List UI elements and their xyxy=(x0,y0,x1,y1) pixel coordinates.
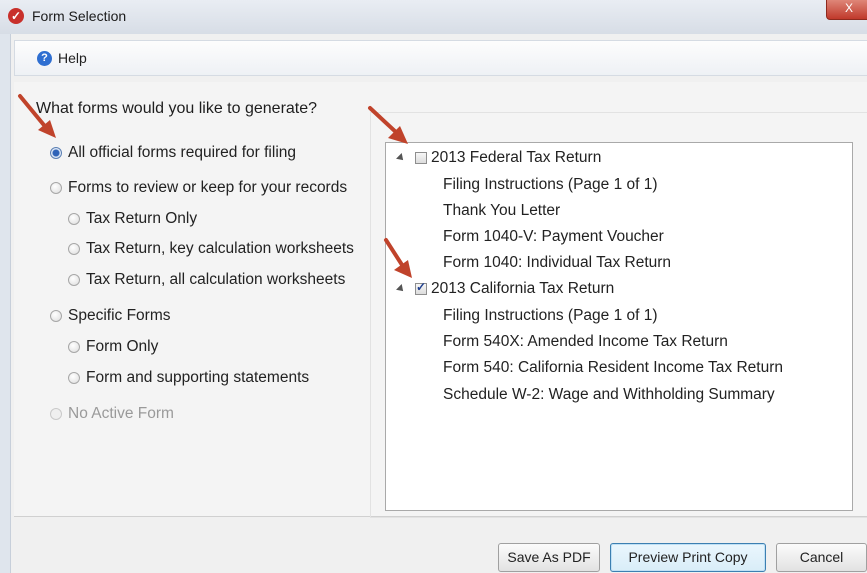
tree-node-california[interactable]: 2013 California Tax Return xyxy=(396,280,615,298)
expand-triangle-icon[interactable] xyxy=(396,153,406,163)
radio-button xyxy=(50,408,62,420)
app-check-icon: ✓ xyxy=(8,8,24,24)
radio-button[interactable] xyxy=(68,274,80,286)
tree-item-label: Schedule W-2: Wage and Withholding Summa… xyxy=(443,386,775,403)
option-no-active-form: No Active Form xyxy=(50,405,174,423)
checkbox[interactable] xyxy=(415,280,427,295)
tree-item-label: Filing Instructions (Page 1 of 1) xyxy=(443,176,658,193)
tree-item[interactable]: Schedule W-2: Wage and Withholding Summa… xyxy=(443,386,775,404)
option-label: Form and supporting statements xyxy=(86,369,310,386)
radio-button[interactable] xyxy=(68,372,80,384)
help-label: Help xyxy=(58,50,87,66)
window-title: Form Selection xyxy=(32,8,127,24)
option-specific-forms[interactable]: Specific Forms xyxy=(50,307,171,325)
option-review-forms[interactable]: Forms to review or keep for your records xyxy=(50,179,347,197)
option-label: No Active Form xyxy=(68,405,174,422)
expand-triangle-icon[interactable] xyxy=(396,284,406,294)
window-frame-edge xyxy=(0,34,11,573)
option-label: All official forms required for filing xyxy=(68,144,296,161)
option-form-only[interactable]: Form Only xyxy=(68,338,158,356)
option-label: Forms to review or keep for your records xyxy=(68,179,348,196)
option-label: Tax Return Only xyxy=(86,210,198,227)
save-as-pdf-button[interactable]: Save As PDF xyxy=(498,543,600,572)
checkbox[interactable] xyxy=(415,152,427,164)
tree-item-label: Form 540: California Resident Income Tax… xyxy=(443,359,784,376)
annotation-arrow-icon xyxy=(384,238,412,278)
option-label: Form Only xyxy=(86,338,159,355)
tree-node-label: 2013 California Tax Return xyxy=(431,280,615,297)
tree-item[interactable]: Form 1040: Individual Tax Return xyxy=(443,254,671,272)
tree-item-label: Form 540X: Amended Income Tax Return xyxy=(443,333,728,350)
option-all-worksheets[interactable]: Tax Return, all calculation worksheets xyxy=(68,271,345,289)
option-all-official[interactable]: All official forms required for filing xyxy=(50,144,296,162)
tree-item[interactable]: Form 540: California Resident Income Tax… xyxy=(443,359,783,377)
tree-item[interactable]: Filing Instructions (Page 1 of 1) xyxy=(443,307,658,325)
radio-button[interactable] xyxy=(50,310,62,322)
help-icon: ? xyxy=(37,50,52,66)
question-label: What forms would you like to generate? xyxy=(36,100,318,117)
radio-button[interactable] xyxy=(68,341,80,353)
tree-item-label: Form 1040: Individual Tax Return xyxy=(443,254,672,271)
tree-item[interactable]: Filing Instructions (Page 1 of 1) xyxy=(443,176,658,194)
option-label: Tax Return, key calculation worksheets xyxy=(86,240,354,257)
cancel-button[interactable]: Cancel xyxy=(776,543,867,572)
option-form-supporting[interactable]: Form and supporting statements xyxy=(68,369,309,387)
tree-item[interactable]: Thank You Letter xyxy=(443,202,560,220)
tree-item[interactable]: Form 540X: Amended Income Tax Return xyxy=(443,333,728,351)
option-label: Specific Forms xyxy=(68,307,171,324)
tree-item-label: Thank You Letter xyxy=(443,202,561,219)
forms-tree[interactable] xyxy=(385,142,853,511)
annotation-arrow-icon xyxy=(18,94,56,138)
close-button[interactable]: X xyxy=(826,0,867,20)
radio-button[interactable] xyxy=(68,213,80,225)
radio-button[interactable] xyxy=(50,147,62,159)
tree-node-federal[interactable]: 2013 Federal Tax Return xyxy=(396,149,602,167)
title-bar: ✓ Form Selection X xyxy=(0,0,867,35)
tree-item[interactable]: Form 1040-V: Payment Voucher xyxy=(443,228,664,246)
option-key-worksheets[interactable]: Tax Return, key calculation worksheets xyxy=(68,240,354,258)
help-menu-item[interactable]: ? Help xyxy=(37,50,87,66)
preview-print-copy-button[interactable]: Preview Print Copy xyxy=(610,543,766,572)
menu-bar: ? Help xyxy=(14,40,867,76)
option-tax-return-only[interactable]: Tax Return Only xyxy=(68,210,197,228)
radio-button[interactable] xyxy=(68,243,80,255)
option-label: Tax Return, all calculation worksheets xyxy=(86,271,346,288)
tree-item-label: Filing Instructions (Page 1 of 1) xyxy=(443,307,658,324)
annotation-arrow-icon xyxy=(368,106,408,144)
tree-item-label: Form 1040-V: Payment Voucher xyxy=(443,228,664,245)
radio-button[interactable] xyxy=(50,182,62,194)
tree-node-label: 2013 Federal Tax Return xyxy=(431,149,602,166)
